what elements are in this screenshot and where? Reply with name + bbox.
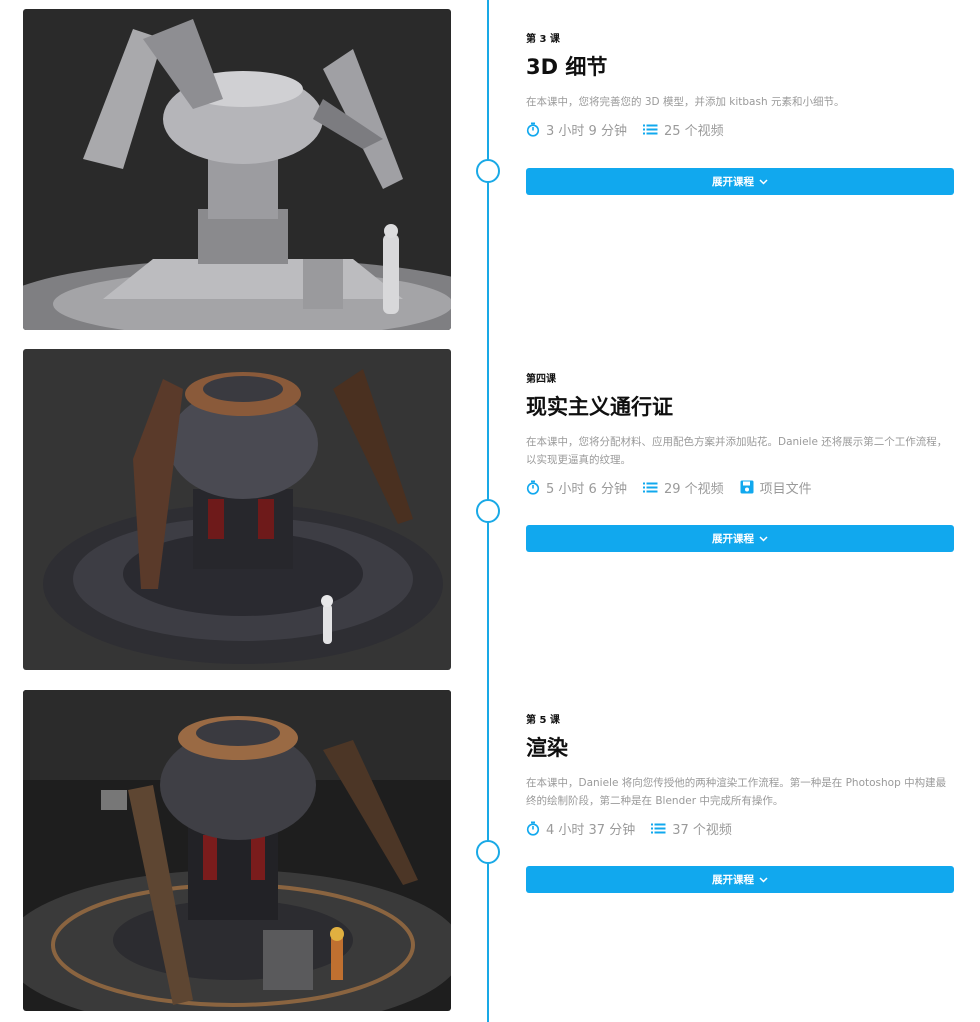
lesson-title: 3D 细节 xyxy=(526,55,608,79)
lesson-4-info: 第四课 现实主义通行证 在本课中，您将分配材料、应用配色方案并添加贴花。Dani… xyxy=(526,373,954,497)
lesson-5: 第 5 课 渲染 在本课中，Daniele 将向您传授他的两种渲染工作流程。第一… xyxy=(0,690,980,1012)
lesson-3-info: 第 3 课 3D 细节 在本课中，您将完善您的 3D 模型，并添加 kitbas… xyxy=(526,33,954,139)
chevron-down-icon xyxy=(759,178,768,185)
chevron-down-icon xyxy=(759,535,768,542)
list-icon xyxy=(651,823,666,833)
lesson-4-image xyxy=(23,349,451,670)
lesson-number: 第 3 课 xyxy=(526,34,560,45)
lesson-3-image xyxy=(23,9,451,330)
floppy-disk-icon xyxy=(740,480,754,494)
duration-text: 5 小时 6 分钟 xyxy=(546,481,627,497)
lesson-description: 在本课中，您将分配材料、应用配色方案并添加贴花。Daniele 还将展示第二个工… xyxy=(526,436,948,466)
lesson-meta: 4 小时 37 分钟 37 个视频 xyxy=(526,818,954,838)
list-icon xyxy=(642,124,658,134)
project-files-item[interactable]: 项目文件 xyxy=(740,478,812,497)
stopwatch-icon xyxy=(526,480,540,495)
videos-text: 25 个视频 xyxy=(663,123,724,139)
expand-course-button[interactable]: 展开课程 xyxy=(526,866,954,893)
expand-course-label: 展开课程 xyxy=(712,176,754,188)
videos-item: 25 个视频 xyxy=(642,120,724,139)
lesson-4: 第四课 现实主义通行证 在本课中，您将分配材料、应用配色方案并添加贴花。Dani… xyxy=(0,349,980,671)
lesson-description: 在本课中，Daniele 将向您传授他的两种渲染工作流程。第一种是在 Photo… xyxy=(526,777,947,807)
lesson-title: 渲染 xyxy=(526,736,568,760)
lesson-5-thumbnail[interactable] xyxy=(23,690,451,1011)
timeline-node-lesson-3 xyxy=(476,159,500,183)
lesson-3-thumbnail[interactable] xyxy=(23,9,451,330)
stopwatch-icon xyxy=(526,122,540,137)
duration-text: 4 小时 37 分钟 xyxy=(546,822,636,838)
expand-course-label: 展开课程 xyxy=(712,874,754,886)
videos-text: 29 个视频 xyxy=(663,481,724,497)
lesson-description: 在本课中，您将完善您的 3D 模型，并添加 kitbash 元素和小细节。 xyxy=(526,96,845,108)
timeline-node-lesson-5 xyxy=(476,840,500,864)
videos-item: 29 个视频 xyxy=(642,478,724,497)
lesson-4-thumbnail[interactable] xyxy=(23,349,451,670)
lesson-title: 现实主义通行证 xyxy=(526,395,673,419)
lesson-meta: 3 小时 9 分钟 25 个视频 xyxy=(526,119,954,139)
lesson-number: 第四课 xyxy=(526,374,556,385)
timeline-node-lesson-4 xyxy=(476,499,500,523)
videos-text: 37 个视频 xyxy=(672,822,732,838)
expand-course-button[interactable]: 展开课程 xyxy=(526,168,954,195)
duration-item: 3 小时 9 分钟 xyxy=(526,120,627,139)
expand-course-button[interactable]: 展开课程 xyxy=(526,525,954,552)
lesson-5-info: 第 5 课 渲染 在本课中，Daniele 将向您传授他的两种渲染工作流程。第一… xyxy=(526,714,954,838)
lesson-number: 第 5 课 xyxy=(526,715,560,726)
expand-course-label: 展开课程 xyxy=(712,533,754,545)
stopwatch-icon xyxy=(526,821,540,836)
duration-text: 3 小时 9 分钟 xyxy=(546,123,627,139)
chevron-down-icon xyxy=(759,876,768,883)
lesson-meta: 5 小时 6 分钟 29 个视频 项目文件 xyxy=(526,477,954,497)
duration-item: 5 小时 6 分钟 xyxy=(526,478,627,497)
list-icon xyxy=(642,482,658,492)
project-files-text: 项目文件 xyxy=(759,481,812,497)
lesson-5-image xyxy=(23,690,451,1011)
videos-item: 37 个视频 xyxy=(651,819,732,838)
duration-item: 4 小时 37 分钟 xyxy=(526,819,635,838)
lesson-3: 第 3 课 3D 细节 在本课中，您将完善您的 3D 模型，并添加 kitbas… xyxy=(0,9,980,331)
